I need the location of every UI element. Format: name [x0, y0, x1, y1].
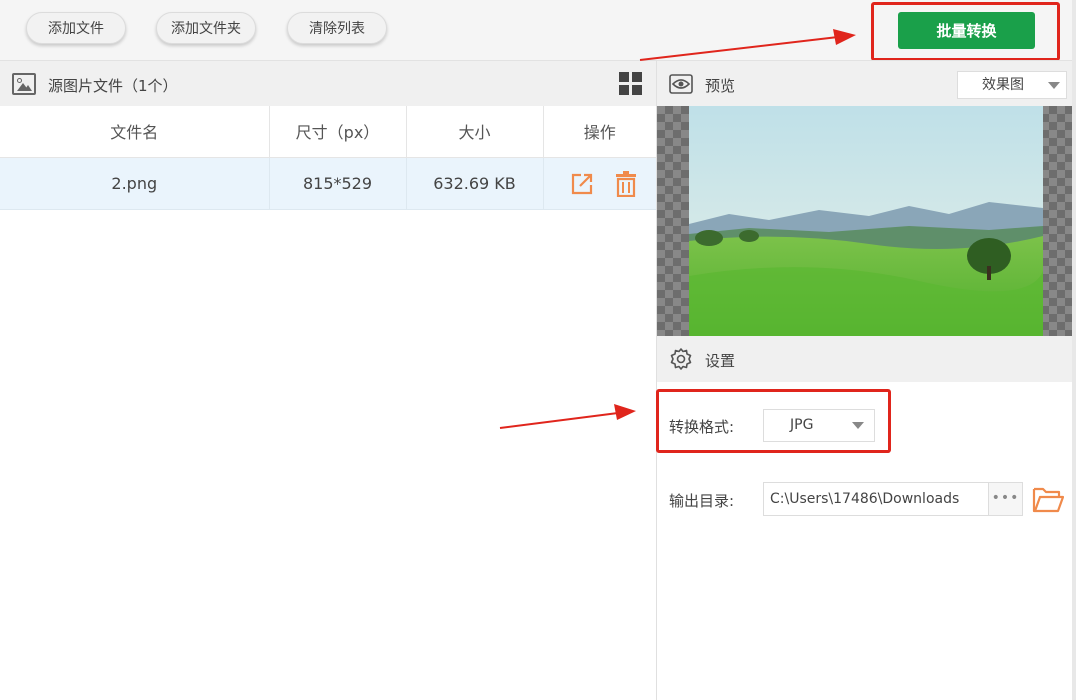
toolbar: 添加文件 添加文件夹 清除列表 批量转换 — [0, 0, 1076, 60]
source-files-title: 源图片文件（1个） — [48, 77, 178, 95]
open-external-icon[interactable] — [570, 172, 594, 196]
column-header-bytes: 大小 — [406, 106, 544, 158]
preview-title: 预览 — [705, 77, 736, 95]
scrollbar[interactable] — [1072, 0, 1076, 700]
delete-icon[interactable] — [614, 170, 638, 197]
file-name-cell: 2.png — [0, 157, 270, 210]
batch-convert-button[interactable]: 批量转换 — [898, 12, 1035, 49]
clear-list-button[interactable]: 清除列表 — [287, 12, 387, 44]
settings-header: 设置 — [657, 336, 1076, 382]
source-files-header: 源图片文件（1个） — [0, 60, 656, 106]
chevron-down-icon — [852, 422, 864, 429]
chevron-down-icon — [1048, 82, 1060, 89]
format-value: JPG — [790, 417, 814, 433]
settings-title: 设置 — [705, 352, 736, 370]
column-header-size: 尺寸（px） — [269, 106, 407, 158]
format-label: 转换格式: — [669, 418, 735, 436]
preview-mode-value: 效果图 — [982, 77, 1024, 93]
preview-mode-select[interactable]: 效果图 — [957, 71, 1067, 99]
image-icon — [12, 73, 36, 95]
add-folder-button[interactable]: 添加文件夹 — [156, 12, 256, 44]
add-file-button[interactable]: 添加文件 — [26, 12, 126, 44]
preview-header: 预览 效果图 — [657, 60, 1076, 106]
column-header-name: 文件名 — [0, 106, 270, 158]
column-header-ops: 操作 — [543, 106, 656, 158]
output-label: 输出目录: — [669, 492, 735, 510]
file-table: 文件名 尺寸（px） 大小 操作 2.png 815*529 632.69 KB — [0, 106, 656, 210]
file-size-cell: 815*529 — [269, 157, 407, 210]
grid-view-icon[interactable] — [619, 72, 643, 96]
eye-icon — [669, 74, 693, 94]
output-path-input[interactable] — [763, 482, 989, 516]
gear-icon — [670, 348, 692, 370]
landscape-preview-image — [689, 106, 1043, 336]
format-select[interactable]: JPG — [763, 409, 875, 442]
file-bytes-cell: 632.69 KB — [406, 157, 544, 210]
folder-open-icon[interactable] — [1032, 484, 1064, 514]
browse-button[interactable]: ••• — [988, 482, 1023, 516]
file-ops-cell — [543, 157, 656, 210]
preview-area — [657, 106, 1075, 336]
table-row[interactable]: 2.png 815*529 632.69 KB — [0, 157, 656, 210]
